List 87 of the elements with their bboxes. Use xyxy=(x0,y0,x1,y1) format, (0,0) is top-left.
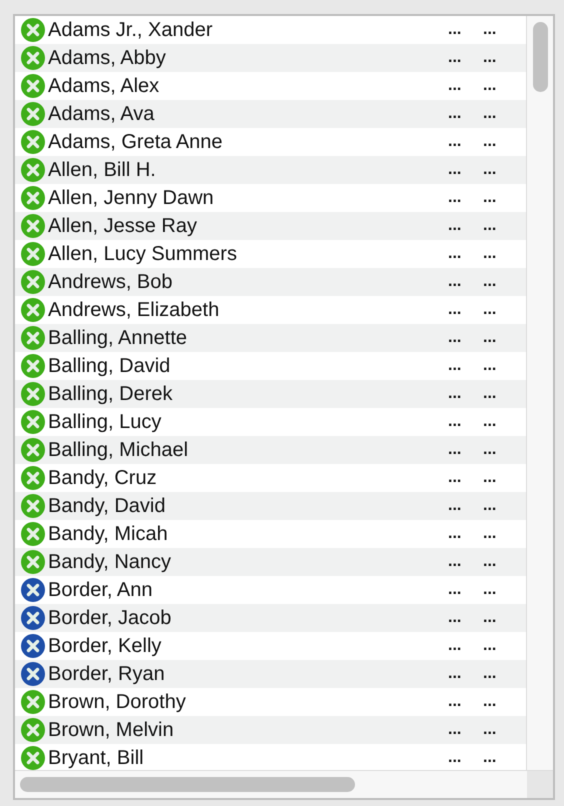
table-cell-text: ... xyxy=(448,441,462,459)
table-cell-text: ... xyxy=(448,385,462,403)
table-cell-text: ... xyxy=(448,749,462,767)
name-cell-text: Balling, Annette xyxy=(48,326,188,350)
table-cell-text: ... xyxy=(483,637,498,655)
name-cell-text: Allen, Lucy Summers xyxy=(48,242,238,266)
table-cell-text: ... xyxy=(448,553,462,571)
table-cell-text: ... xyxy=(483,133,498,151)
name-cell-text: Brown, Melvin xyxy=(48,718,175,742)
table-cell-text: ... xyxy=(483,665,498,683)
name-cell-text: Brown, Dorothy xyxy=(48,690,187,714)
table-cell-text: ... xyxy=(483,161,498,179)
x-icon[interactable] xyxy=(20,577,46,603)
table-cell-text: ... xyxy=(448,77,462,95)
name-cell-text: Allen, Bill H. xyxy=(48,158,157,182)
table-cell-text: ... xyxy=(448,49,462,67)
table-cell-text: ... xyxy=(448,721,462,739)
scrollbar-thumb[interactable] xyxy=(533,22,548,92)
table-cell-text: ... xyxy=(483,301,498,319)
table-cell-text: ... xyxy=(448,525,462,543)
x-icon[interactable] xyxy=(20,661,46,687)
name-cell-text: Adams Jr., Xander xyxy=(48,18,214,42)
name-cell-text: Balling, Lucy xyxy=(48,410,162,434)
table-cell-text: ... xyxy=(483,189,498,207)
table-cell-text: ... xyxy=(448,581,462,599)
table-cell-text: ... xyxy=(483,581,498,599)
name-cell-text: Adams, Greta Anne xyxy=(48,130,224,154)
name-cell-text: Allen, Jenny Dawn xyxy=(48,186,215,210)
table-cell-text: ... xyxy=(483,413,498,431)
name-cell-text: Bandy, Cruz xyxy=(48,466,158,490)
table-cell-text: ... xyxy=(448,301,462,319)
table-cell-text: ... xyxy=(483,693,498,711)
name-cell-text: Balling, Derek xyxy=(48,382,174,406)
name-cell-text: Bandy, Nancy xyxy=(48,550,172,574)
x-icon[interactable] xyxy=(20,633,46,659)
name-cell-text: Andrews, Bob xyxy=(48,270,174,294)
table-cell-text: ... xyxy=(448,357,462,375)
table-cell-text: ... xyxy=(448,609,462,627)
name-cell-text: Bryant, Bill xyxy=(48,746,145,770)
table-cell-text: ... xyxy=(448,329,462,347)
table-cell-text: ... xyxy=(483,553,498,571)
name-cell-text: Adams, Alex xyxy=(48,74,160,98)
table-cell-text: ... xyxy=(448,133,462,151)
table-cell-text: ... xyxy=(483,441,498,459)
name-cell-text: Balling, David xyxy=(48,354,172,378)
name-cell-text: Andrews, Elizabeth xyxy=(48,298,220,322)
table-cell-text: ... xyxy=(448,217,462,235)
name-cell-text: Bandy, Micah xyxy=(48,522,169,546)
x-icon[interactable] xyxy=(20,605,46,631)
table-cell-text: ... xyxy=(483,357,498,375)
table-cell-text: ... xyxy=(448,469,462,487)
name-cell-text: Allen, Jesse Ray xyxy=(48,214,198,238)
table-cell-text: ... xyxy=(483,469,498,487)
table-cell-text: ... xyxy=(448,413,462,431)
name-cell-text: Border, Kelly xyxy=(48,634,162,658)
table-cell-text: ... xyxy=(448,693,462,711)
table-cell-text: ... xyxy=(483,385,498,403)
table-cell-text: ... xyxy=(483,217,498,235)
table-cell-text: ... xyxy=(483,21,498,39)
table-cell-text: ... xyxy=(448,189,462,207)
name-cell-text: Adams, Abby xyxy=(48,46,167,70)
table-cell-text: ... xyxy=(483,49,498,67)
table-cell-text: ... xyxy=(448,273,462,291)
table-cell-text: ... xyxy=(483,497,498,515)
table-cell-text: ... xyxy=(483,721,498,739)
table-cell-text: ... xyxy=(448,497,462,515)
table-cell-text: ... xyxy=(483,329,498,347)
table-cell-text: ... xyxy=(483,609,498,627)
scrollbar-thumb[interactable] xyxy=(20,777,355,792)
table-cell-text: ... xyxy=(448,637,462,655)
name-cell-text: Border, Jacob xyxy=(48,606,172,630)
table-cell-text: ... xyxy=(483,77,498,95)
table-cell-text: ... xyxy=(483,245,498,263)
table-cell-text: ... xyxy=(448,665,462,683)
name-cell-text: Adams, Ava xyxy=(48,102,156,126)
table-cell-text: ... xyxy=(448,161,462,179)
name-cell-text: Border, Ann xyxy=(48,578,154,602)
table-cell-text: ... xyxy=(483,105,498,123)
table-cell-text: ... xyxy=(448,245,462,263)
name-cell-text: Bandy, David xyxy=(48,494,166,518)
name-cell-text: Border, Ryan xyxy=(48,662,166,686)
name-cell-text: Balling, Michael xyxy=(48,438,190,462)
table-cell-text: ... xyxy=(448,105,462,123)
table-cell-text: ... xyxy=(448,21,462,39)
table-cell-text: ... xyxy=(483,525,498,543)
table-cell-text: ... xyxy=(483,749,498,767)
table-cell-text: ... xyxy=(483,273,498,291)
